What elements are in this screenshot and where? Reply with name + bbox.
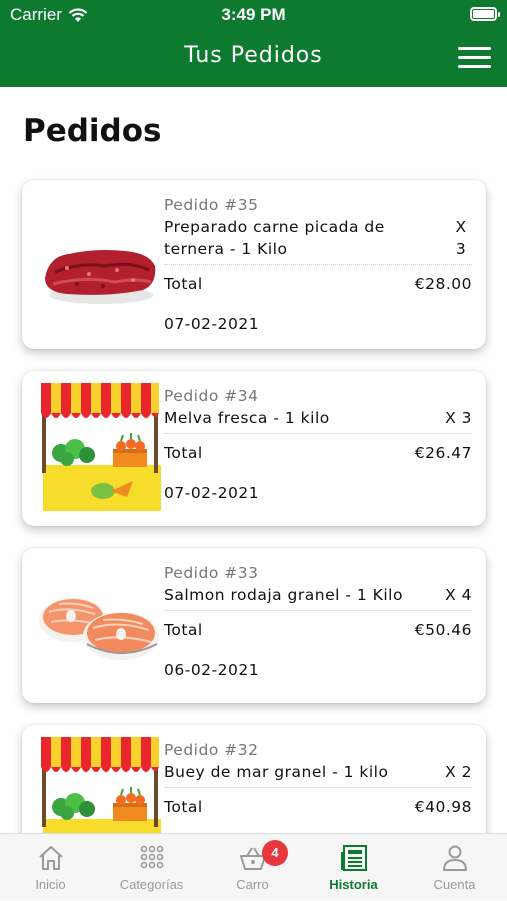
market-stall-image: [41, 383, 161, 511]
tab-cuenta[interactable]: Cuenta: [404, 834, 505, 901]
hamburger-menu-icon[interactable]: [458, 47, 491, 69]
salmon-steak-image: [39, 598, 159, 660]
total-row: Total €50.46: [164, 621, 472, 639]
tab-label: Historia: [329, 877, 378, 892]
order-card[interactable]: Pedido #35 Preparado carne picada de ter…: [22, 180, 486, 349]
user-icon: [443, 845, 467, 871]
order-card[interactable]: Pedido #33 Salmon rodaja granel - 1 Kilo…: [22, 548, 486, 703]
item-quantity: X 3: [455, 218, 467, 258]
tab-carro[interactable]: 4 Carro: [202, 834, 303, 901]
order-number: Pedido #32: [164, 741, 259, 759]
order-details: Pedido #34 Melva fresca - 1 kilo X 3 Tot…: [164, 386, 472, 502]
order-number: Pedido #35: [164, 196, 259, 214]
status-bar: Carrier 3:49 PM: [0, 0, 507, 30]
home-icon: [39, 846, 63, 870]
tab-inicio[interactable]: Inicio: [0, 834, 101, 901]
item-quantity: X 2: [445, 763, 472, 781]
nav-bar: Tus Pedidos: [0, 30, 507, 87]
order-date: 07-02-2021: [164, 315, 260, 333]
item-name: Buey de mar granel - 1 kilo: [164, 763, 389, 781]
order-number: Pedido #34: [164, 387, 259, 405]
grid-icon: [140, 845, 164, 869]
page-title: Pedidos: [23, 113, 162, 149]
tab-historia[interactable]: Historia: [303, 834, 404, 901]
order-item-row: Salmon rodaja granel - 1 Kilo X 4: [164, 584, 472, 611]
tab-bar: Inicio Categorías 4 Carro Historia Cuent…: [0, 833, 507, 900]
ground-meat-image: [45, 250, 156, 304]
battery-icon: [470, 7, 500, 21]
order-date: 06-02-2021: [164, 661, 260, 679]
order-details: Pedido #32 Buey de mar granel - 1 kilo X…: [164, 740, 472, 816]
item-name: Salmon rodaja granel - 1 Kilo: [164, 586, 403, 604]
total-label: Total: [164, 621, 203, 639]
order-item-row: Melva fresca - 1 kilo X 3: [164, 407, 472, 434]
total-amount: €26.47: [414, 444, 472, 462]
item-quantity: X 3: [445, 409, 472, 427]
item-name: Melva fresca - 1 kilo: [164, 409, 330, 427]
order-details: Pedido #35 Preparado carne picada de ter…: [164, 195, 472, 333]
order-item-row: Preparado carne picada de ternera - 1 Ki…: [164, 216, 472, 265]
item-name: Preparado carne picada de ternera - 1 Ki…: [164, 218, 385, 258]
total-label: Total: [164, 444, 203, 462]
total-label: Total: [164, 275, 203, 293]
total-row: Total €28.00: [164, 275, 472, 293]
order-details: Pedido #33 Salmon rodaja granel - 1 Kilo…: [164, 563, 472, 679]
tab-label: Inicio: [35, 877, 66, 892]
item-quantity: X 4: [445, 586, 472, 604]
tab-categorias[interactable]: Categorías: [101, 834, 202, 901]
order-card[interactable]: Pedido #34 Melva fresca - 1 kilo X 3 Tot…: [22, 371, 486, 526]
status-time: 3:49 PM: [221, 5, 286, 24]
total-amount: €40.98: [414, 798, 472, 816]
tab-label: Categorías: [119, 877, 184, 892]
total-row: Total €26.47: [164, 444, 472, 462]
total-amount: €28.00: [414, 275, 472, 293]
order-date: 07-02-2021: [164, 484, 260, 502]
nav-title: Tus Pedidos: [184, 43, 323, 68]
cart-count-badge: 4: [262, 840, 288, 866]
total-row: Total €40.98: [164, 798, 472, 816]
tab-label: Carro: [236, 877, 269, 892]
order-number: Pedido #33: [164, 564, 259, 582]
order-item-row: Buey de mar granel - 1 kilo X 2: [164, 761, 472, 788]
total-amount: €50.46: [414, 621, 472, 639]
history-icon: [341, 845, 367, 871]
total-label: Total: [164, 798, 203, 816]
tab-label: Cuenta: [433, 877, 476, 892]
